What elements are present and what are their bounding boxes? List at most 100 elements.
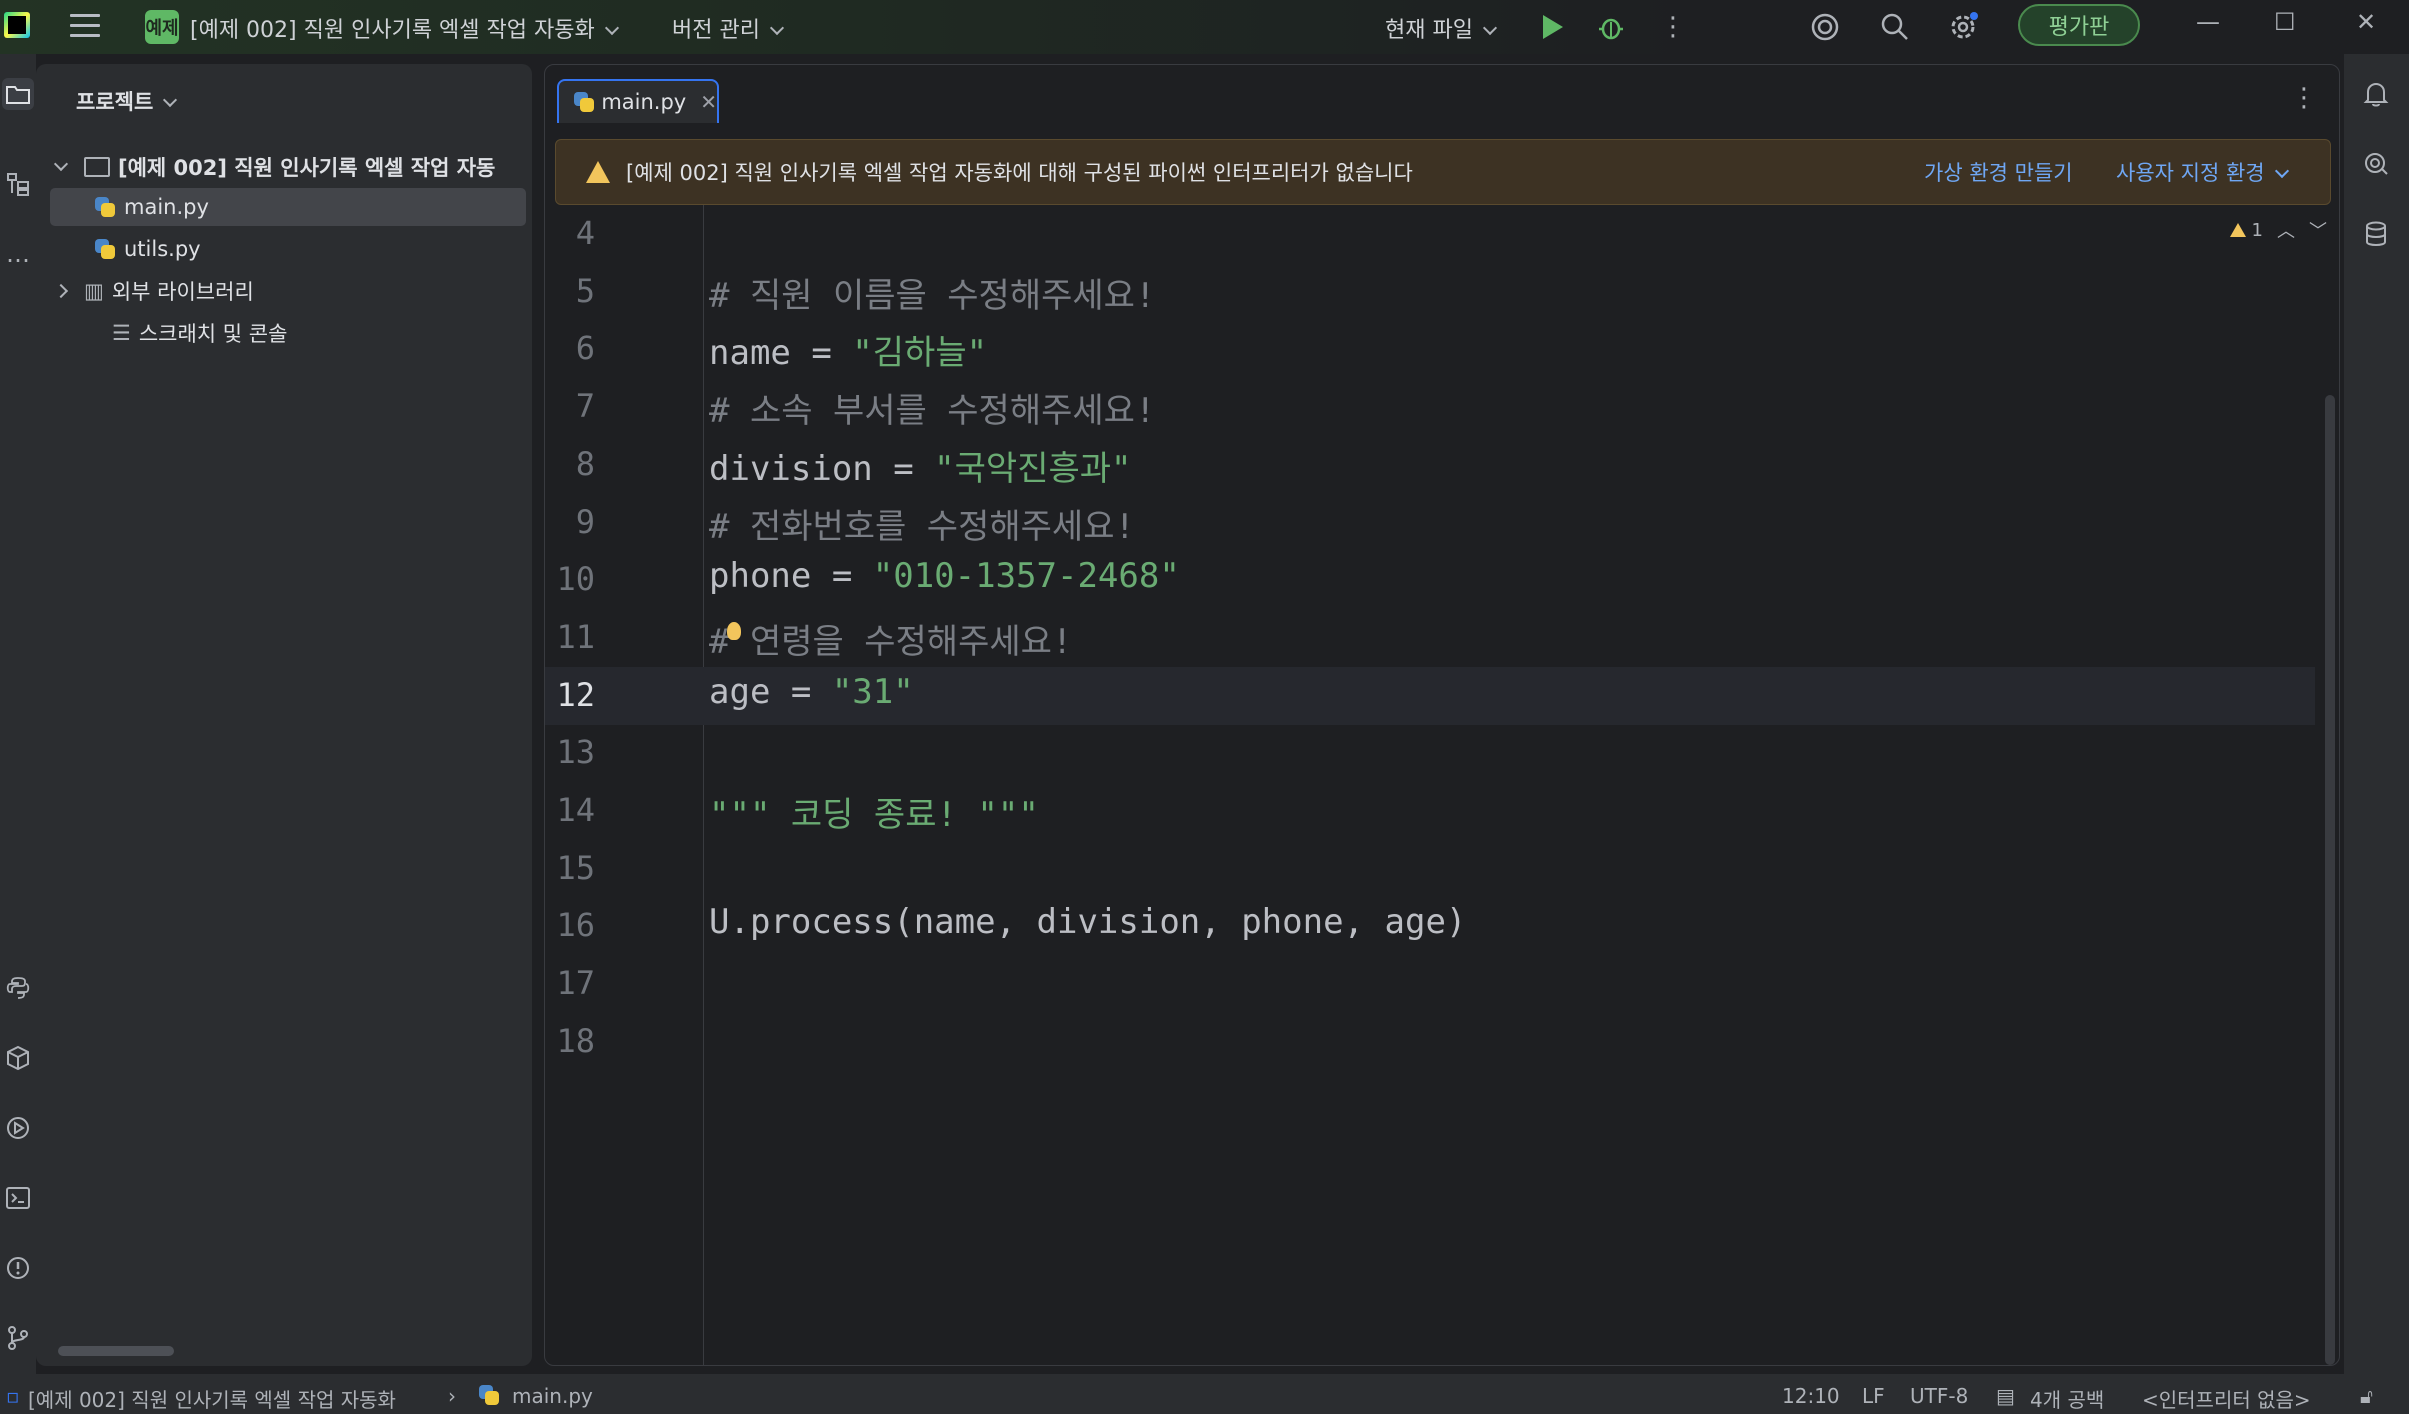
code-text[interactable]: # 소속 부서를 수정해주세요! — [709, 383, 1155, 432]
line-number: 10 — [556, 560, 595, 599]
run-config-selector[interactable]: 현재 파일 — [1385, 12, 1498, 44]
line-number: 7 — [575, 387, 595, 426]
ai-assistant-icon[interactable] — [1808, 10, 1842, 44]
structure-tool-icon[interactable] — [2, 168, 34, 200]
terminal-icon[interactable] — [2, 1182, 34, 1214]
code-text[interactable]: division = "국악진흥과" — [709, 441, 1132, 490]
evaluation-button[interactable]: 평가판 — [2018, 4, 2140, 46]
tree-item-root[interactable]: [예제 002] 직원 인사기록 엑셀 작업 자동 — [53, 148, 495, 186]
code-line[interactable]: 4 — [545, 205, 2315, 263]
run-icon — [1543, 15, 1563, 39]
search-icon[interactable] — [1878, 10, 1912, 44]
string-literal: "김하늘" — [852, 333, 988, 374]
code-line[interactable]: 13 — [545, 724, 2315, 782]
editor-panel: main.py ✕ ⋮ [예제 002] 직원 인사기록 엑셀 작업 자동화에 … — [544, 64, 2340, 1366]
code-text[interactable]: # 전화번호를 수정해주세요! — [709, 499, 1135, 548]
caret-position[interactable]: 12:10 — [1782, 1384, 1840, 1408]
code-text[interactable]: """ 코딩 종료! """ — [709, 787, 1039, 836]
close-icon[interactable]: ✕ — [2356, 8, 2376, 36]
interpreter-status[interactable]: <인터프리터 없음> — [2142, 1384, 2311, 1413]
tree-item-utils-py[interactable]: utils.py — [94, 230, 201, 268]
code-line[interactable]: 5 # 직원 이름을 수정해주세요! — [545, 263, 2315, 321]
code-token: division = — [709, 448, 935, 489]
code-token: U.process(name, division, phone, age) — [709, 902, 1467, 943]
code-text[interactable]: phone = "010-1357-2468" — [709, 556, 1180, 596]
chevron-right-icon — [53, 283, 69, 299]
project-switcher[interactable]: [예제 002] 직원 인사기록 엑셀 작업 자동화 — [190, 12, 619, 44]
ai-chat-icon[interactable] — [2360, 148, 2392, 180]
code-line[interactable]: 10 phone = "010-1357-2468" — [545, 551, 2315, 609]
chevron-down-icon — [1482, 20, 1498, 36]
run-button[interactable] — [1536, 10, 1570, 44]
problems-icon[interactable] — [2, 1252, 34, 1284]
more-actions-icon[interactable]: ⋮ — [1656, 10, 1690, 44]
code-line[interactable]: 9 # 전화번호를 수정해주세요! — [545, 494, 2315, 552]
line-number: 17 — [556, 964, 595, 1003]
project-panel-header[interactable]: 프로젝트 — [76, 86, 178, 116]
custom-env-label: 사용자 지정 환경 — [2116, 161, 2265, 185]
line-number: 9 — [575, 502, 595, 541]
vcs-label: 버전 관리 — [672, 18, 760, 43]
line-number: 11 — [556, 617, 595, 656]
run-config-label: 현재 파일 — [1385, 18, 1473, 43]
git-icon[interactable] — [2, 1322, 34, 1354]
code-line[interactable]: 12 age = "31" — [545, 666, 2315, 725]
python-file-icon — [94, 238, 116, 260]
code-token: # 직원 이름을 수정해주세요! — [709, 275, 1156, 316]
line-separator[interactable]: LF — [1862, 1384, 1885, 1408]
create-venv-link[interactable]: 가상 환경 만들기 — [1924, 157, 2073, 187]
code-line[interactable]: 16 U.process(name, division, phone, age) — [545, 897, 2315, 955]
code-text[interactable]: age = "31" — [709, 672, 914, 712]
main-menu-icon[interactable] — [70, 14, 100, 38]
code-line[interactable]: 15 — [545, 840, 2315, 898]
database-icon[interactable] — [2360, 218, 2392, 250]
code-text[interactable]: # 연령을 수정해주세요! — [709, 614, 1072, 663]
project-icon: ▫ — [6, 1384, 20, 1408]
code-line[interactable]: 7 # 소속 부서를 수정해주세요! — [545, 378, 2315, 436]
settings-gear-icon[interactable] — [1946, 10, 1980, 44]
more-tools-icon[interactable]: … — [2, 238, 34, 270]
tree-item-scratches[interactable]: ☰ 스크래치 및 콘솔 — [112, 314, 287, 352]
maximize-icon[interactable]: ☐ — [2274, 8, 2296, 36]
vcs-menu[interactable]: 버전 관리 — [672, 12, 785, 44]
code-text[interactable]: name = "김하늘" — [709, 325, 987, 374]
python-console-icon[interactable] — [2, 972, 34, 1004]
code-token: # 소속 부서를 수정해주세요! — [709, 391, 1156, 432]
code-line[interactable]: 6 name = "김하늘" — [545, 320, 2315, 378]
services-icon[interactable] — [2, 1112, 34, 1144]
code-line[interactable]: 17 — [545, 955, 2315, 1013]
code-line[interactable]: 18 — [545, 1013, 2315, 1071]
project-tool-icon[interactable] — [2, 78, 34, 110]
vertical-scrollbar[interactable] — [2325, 395, 2335, 1365]
code-text[interactable]: U.process(name, division, phone, age) — [709, 902, 1466, 942]
tree-item-main-py[interactable]: main.py — [50, 188, 526, 226]
editor-more-icon[interactable]: ⋮ — [2291, 83, 2317, 113]
chevron-down-icon — [53, 156, 69, 172]
lightbulb-icon[interactable] — [727, 621, 741, 640]
file-encoding[interactable]: UTF-8 — [1910, 1384, 1968, 1408]
breadcrumb-file[interactable]: main.py — [512, 1384, 593, 1408]
indent-setting[interactable]: 4개 공백 — [2030, 1384, 2104, 1413]
indent-icon: ▤ — [1996, 1384, 2015, 1408]
chevron-down-icon — [2274, 163, 2289, 179]
custom-env-link[interactable]: 사용자 지정 환경 — [2116, 157, 2289, 187]
tree-item-label: utils.py — [124, 237, 201, 261]
debug-button[interactable] — [1594, 10, 1628, 44]
tab-main-py[interactable]: main.py ✕ — [557, 79, 719, 123]
code-line[interactable]: 14 """ 코딩 종료! """ — [545, 782, 2315, 840]
tree-item-external-libraries[interactable]: ▥ 외부 라이브러리 — [53, 272, 254, 310]
line-number: 5 — [575, 271, 595, 310]
horizontal-scrollbar[interactable] — [58, 1346, 174, 1356]
project-badge[interactable]: 예제 — [145, 10, 179, 44]
code-line[interactable]: 11 # 연령을 수정해주세요! — [545, 609, 2315, 667]
code-line[interactable]: 8 division = "국악진흥과" — [545, 436, 2315, 494]
minimize-icon[interactable]: — — [2196, 8, 2220, 36]
close-tab-icon[interactable]: ✕ — [700, 90, 717, 114]
code-token: # 연령을 수정해주세요! — [709, 621, 1073, 662]
lock-icon[interactable]: 🔓︎ — [2360, 1384, 2373, 1408]
python-file-icon — [478, 1384, 502, 1408]
python-packages-icon[interactable] — [2, 1042, 34, 1074]
notifications-bell-icon[interactable] — [2360, 78, 2392, 110]
code-text[interactable]: # 직원 이름을 수정해주세요! — [709, 268, 1155, 317]
breadcrumb-project[interactable]: [예제 002] 직원 인사기록 엑셀 작업 자동화 — [28, 1384, 396, 1413]
